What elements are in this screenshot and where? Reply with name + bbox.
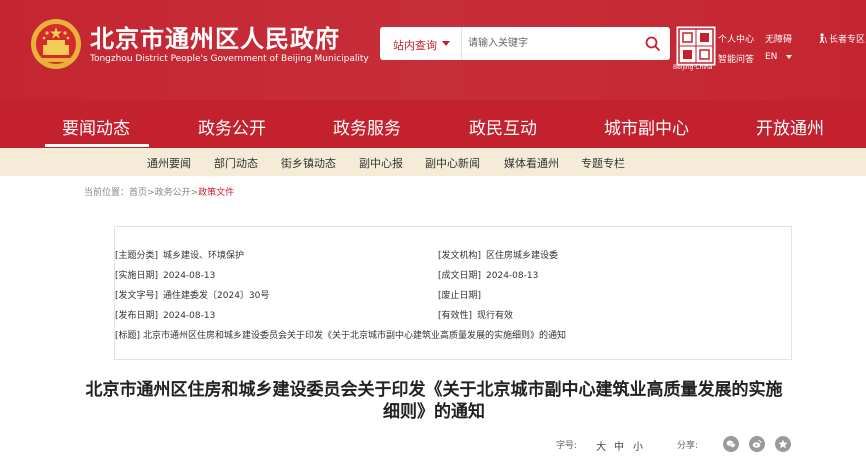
main-nav: 要闻动态 政务公开 政务服务 政民互动 城市副中心 开放通州 (0, 100, 866, 148)
nav-item-interaction[interactable]: 政民互动 (469, 114, 537, 139)
breadcrumb: 当前位置：首页>政务公开>政策文件 (84, 185, 234, 198)
nav-item-news[interactable]: 要闻动态 (62, 114, 130, 139)
meta-repeal-date: [废止日期] (438, 291, 482, 301)
site-title[interactable]: 北京市通州区人民政府 (90, 19, 340, 54)
meta-effective-date: [实施日期] 2024-08-13 (115, 271, 216, 281)
nav-item-open-tongzhou[interactable]: 开放通州 (756, 114, 824, 139)
search-bar: 站内查询 (380, 27, 670, 60)
national-emblem-icon (31, 19, 81, 69)
font-size-medium-button[interactable]: 中 (614, 438, 624, 453)
font-size-label: 字号: (556, 441, 578, 451)
article-title: 北京市通州区住房和城乡建设委员会关于印发《关于北京城市副中心建筑业高质量发展的实… (85, 380, 783, 422)
elder-icon (819, 33, 827, 43)
share-label: 分享: (677, 441, 699, 451)
article-tools: 字号: 大 中 小 分享: (0, 436, 866, 456)
barrier-free-link[interactable]: 无障碍 (765, 32, 792, 45)
sub-nav-item[interactable]: 副中心新闻 (425, 155, 480, 171)
meta-title: [标题] 北京市通州区住房和城乡建设委员会关于印发《关于北京城市副中心建筑业高质量… (115, 331, 567, 341)
meta-category: [主题分类] 城乡建设、环境保护 (115, 251, 245, 261)
nav-item-gov-affairs-open[interactable]: 政务公开 (198, 114, 266, 139)
meta-doc-number: [发文字号] 通住建委发〔2024〕30号 (115, 291, 270, 301)
sub-nav-item[interactable]: 媒体看通州 (504, 155, 559, 171)
chevron-down-icon (442, 41, 450, 46)
sub-nav: 通州要闻 部门动态 街乡镇动态 副中心报 副中心新闻 媒体看通州 专题专栏 (0, 148, 866, 176)
search-scope-select[interactable]: 站内查询 (380, 27, 462, 60)
meta-issuer: [发文机构] 区住房城乡建设委 (438, 251, 559, 261)
site-subtitle: Tongzhou District People's Government of… (90, 54, 369, 64)
chevron-down-icon (786, 55, 792, 59)
sub-nav-item[interactable]: 副中心报 (359, 155, 403, 171)
favorite-icon[interactable] (775, 436, 791, 452)
sub-nav-item[interactable]: 部门动态 (214, 155, 258, 171)
breadcrumb-prefix: 当前位置： (84, 188, 130, 198)
language-switch[interactable]: EN (765, 52, 777, 62)
font-size-large-button[interactable]: 大 (596, 438, 606, 453)
meta-validity: [有效性] 现行有效 (438, 311, 514, 321)
nav-item-sub-center[interactable]: 城市副中心 (604, 114, 689, 139)
meta-published-date: [发布日期] 2024-08-13 (115, 311, 216, 321)
breadcrumb-home[interactable]: 首页 (129, 188, 147, 198)
breadcrumb-current[interactable]: 政策文件 (198, 188, 234, 198)
seal-caption: Beijing·China (673, 64, 713, 71)
search-input[interactable] (468, 33, 638, 54)
search-icon[interactable] (644, 35, 662, 53)
search-scope-label: 站内查询 (393, 39, 437, 52)
smart-qa-link[interactable]: 智能问答 (718, 52, 754, 65)
meta-created-date: [成文日期] 2024-08-13 (438, 271, 539, 281)
breadcrumb-separator: > (147, 188, 155, 198)
beijing-seal-logo (676, 26, 716, 66)
wechat-icon[interactable] (723, 436, 739, 452)
font-size-small-button[interactable]: 小 (633, 438, 643, 453)
nav-active-indicator (45, 144, 149, 147)
breadcrumb-separator: > (190, 188, 199, 198)
sub-nav-item[interactable]: 通州要闻 (147, 155, 191, 171)
personal-center-link[interactable]: 个人中心 (718, 32, 754, 45)
elder-version-link[interactable]: 长者专区 (829, 32, 865, 45)
sub-nav-item[interactable]: 街乡镇动态 (281, 155, 336, 171)
breadcrumb-level1[interactable]: 政务公开 (155, 188, 191, 198)
weibo-icon[interactable] (749, 436, 765, 452)
document-meta-box: [主题分类] 城乡建设、环境保护 [发文机构] 区住房城乡建设委 [实施日期] 202… (114, 226, 792, 360)
nav-item-gov-services[interactable]: 政务服务 (333, 114, 401, 139)
sub-nav-item[interactable]: 专题专栏 (581, 155, 625, 171)
